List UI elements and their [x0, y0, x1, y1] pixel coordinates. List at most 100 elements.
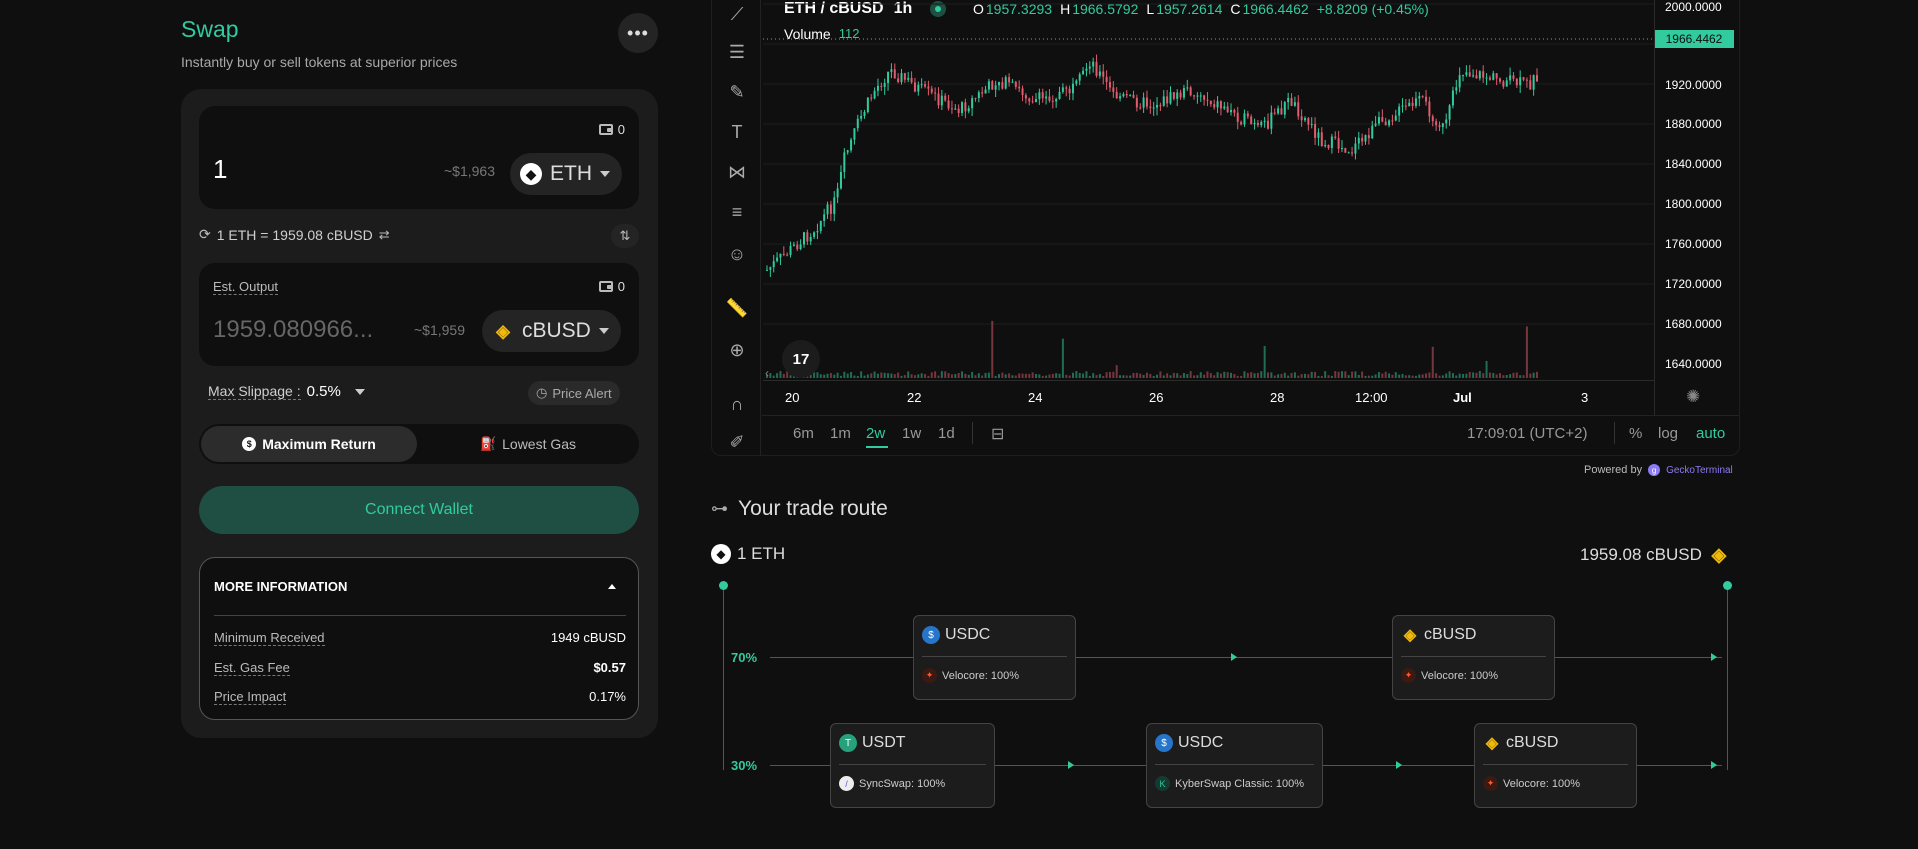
candle-body [1277, 108, 1280, 114]
candle-body [1172, 92, 1175, 99]
brush-icon[interactable]: ✎ [725, 80, 749, 104]
candle-body [1330, 136, 1333, 149]
candle-body [1048, 96, 1051, 101]
volume-bar [1129, 375, 1132, 378]
route-hop-card[interactable]: $ USDC K KyberSwap Classic: 100% [1146, 723, 1323, 808]
candle-body [806, 232, 809, 242]
scale-log-toggle[interactable]: log [1658, 425, 1678, 442]
chart-settings-gear-icon[interactable]: ✺ [1686, 387, 1700, 407]
candle-body [957, 108, 960, 113]
chart-clock[interactable]: 17:09:01 (UTC+2) [1467, 425, 1587, 442]
tradingview-logo-icon[interactable]: 17 [782, 340, 820, 378]
date-range-icon[interactable]: ⊟ [991, 424, 1004, 444]
candle-body [1270, 112, 1273, 129]
candle-body [1021, 88, 1024, 96]
magnet-icon[interactable]: ∩ [725, 392, 749, 416]
route-hop-card[interactable]: T USDT / SyncSwap: 100% [830, 723, 995, 808]
candle-body [1448, 105, 1451, 120]
volume-bar [772, 375, 775, 378]
candle-body [1431, 116, 1434, 122]
candle-body [1233, 109, 1236, 113]
collapse-toolbar-icon[interactable]: ‹ [765, 366, 769, 380]
eth-token-icon: ◆ [520, 163, 542, 185]
zoom-in-icon[interactable]: ⊕ [725, 338, 749, 362]
candle-body [1028, 98, 1031, 102]
volume-bar [1371, 375, 1374, 378]
volume-bar [1425, 373, 1428, 378]
ruler-icon[interactable]: 📏 [725, 296, 749, 320]
volume-bar [1082, 373, 1085, 378]
candle-body [813, 232, 816, 237]
trend-line-icon[interactable]: ⟋ [725, 2, 749, 26]
candle-body [1438, 125, 1441, 128]
candle-body [1209, 100, 1212, 105]
timeframe-6m[interactable]: 6m [793, 425, 814, 442]
route-hop-card[interactable]: ◈ cBUSD ✦ Velocore: 100% [1474, 723, 1637, 808]
candle-body [964, 102, 967, 112]
scale-percent-toggle[interactable]: % [1629, 425, 1642, 442]
volume-bar [1377, 371, 1380, 378]
text-tool-icon[interactable]: T [725, 120, 749, 144]
connect-wallet-button[interactable]: Connect Wallet [199, 486, 639, 534]
candle-body [1337, 138, 1340, 149]
tab-maximum-return[interactable]: $ Maximum Return [201, 426, 417, 462]
max-slippage[interactable]: Max Slippage : 0.5% [208, 383, 365, 400]
price-alert-button[interactable]: ◷ Price Alert [528, 381, 620, 405]
volume-bar [924, 374, 927, 378]
candlestick-plot[interactable] [763, 0, 1657, 380]
candle-body [1203, 95, 1206, 100]
volume-bar [1519, 375, 1522, 378]
volume-bar [1451, 373, 1454, 378]
refresh-icon[interactable]: ⟳ [199, 226, 211, 243]
timeframe-1d[interactable]: 1d [938, 425, 955, 442]
candle-body [836, 188, 839, 198]
output-amount-field[interactable]: 1959.080966... [213, 316, 373, 344]
price-axis-divider [1654, 0, 1655, 415]
candle-body [1364, 135, 1367, 142]
output-token-select[interactable]: ◈ cBUSD [482, 310, 621, 352]
prediction-icon[interactable]: ≡ [725, 200, 749, 224]
route-arrow-icon [1711, 761, 1717, 769]
route-hop-card[interactable]: ◈ cBUSD ✦ Velocore: 100% [1392, 615, 1555, 700]
fib-lines-icon[interactable]: ☰ [725, 40, 749, 64]
price-tick: 1760.0000 [1665, 237, 1722, 251]
input-amount-field[interactable]: 1 [213, 154, 227, 185]
info-row-price-impact: Price Impact 0.17% [214, 689, 626, 705]
volume-bar [1156, 374, 1159, 378]
volume-bar [1001, 372, 1004, 378]
volume-bar [873, 371, 876, 378]
candle-body [1300, 116, 1303, 121]
candle-body [782, 253, 785, 255]
price-axis[interactable]: 2000.0000 1966.4462 1920.0000 1880.0000 … [1654, 0, 1740, 380]
volume-bar [1394, 372, 1397, 378]
divider [1155, 764, 1314, 765]
tab-lowest-gas[interactable]: ⛽ Lowest Gas [419, 426, 637, 462]
invert-rate-icon[interactable]: ⇄ [379, 227, 390, 243]
timeframe-1m[interactable]: 1m [830, 425, 851, 442]
pattern-icon[interactable]: ⋈ [725, 160, 749, 184]
input-token-select[interactable]: ◆ ETH [510, 153, 622, 195]
route-hop-card[interactable]: $ USDC ✦ Velocore: 100% [913, 615, 1076, 700]
candle-body [1522, 77, 1525, 80]
more-options-button[interactable]: ••• [618, 13, 658, 53]
provider-name[interactable]: GeckoTerminal [1666, 465, 1733, 476]
volume-bar [1216, 372, 1219, 378]
lock-drawing-icon[interactable]: ✐ [725, 430, 749, 454]
scale-auto-toggle[interactable]: auto [1696, 425, 1725, 442]
volume-bar [1078, 372, 1081, 378]
timeframe-2w[interactable]: 2w [866, 425, 885, 442]
chevron-down-icon [600, 171, 610, 177]
emoji-icon[interactable]: ☺ [725, 242, 749, 266]
volume-bar [816, 372, 819, 378]
candle-body [860, 115, 863, 119]
candle-body [1162, 96, 1165, 106]
candle-body [1068, 88, 1071, 94]
volume-bar [913, 375, 916, 378]
chevron-up-icon[interactable] [608, 584, 616, 589]
timeframe-1w[interactable]: 1w [902, 425, 921, 442]
volume-bar [1398, 374, 1401, 378]
volume-bar [836, 372, 839, 378]
switch-direction-button[interactable]: ⇅ [611, 224, 639, 248]
time-axis[interactable]: 20 22 24 26 28 12:00 Jul 3 [763, 380, 1654, 415]
candle-body [772, 261, 775, 268]
